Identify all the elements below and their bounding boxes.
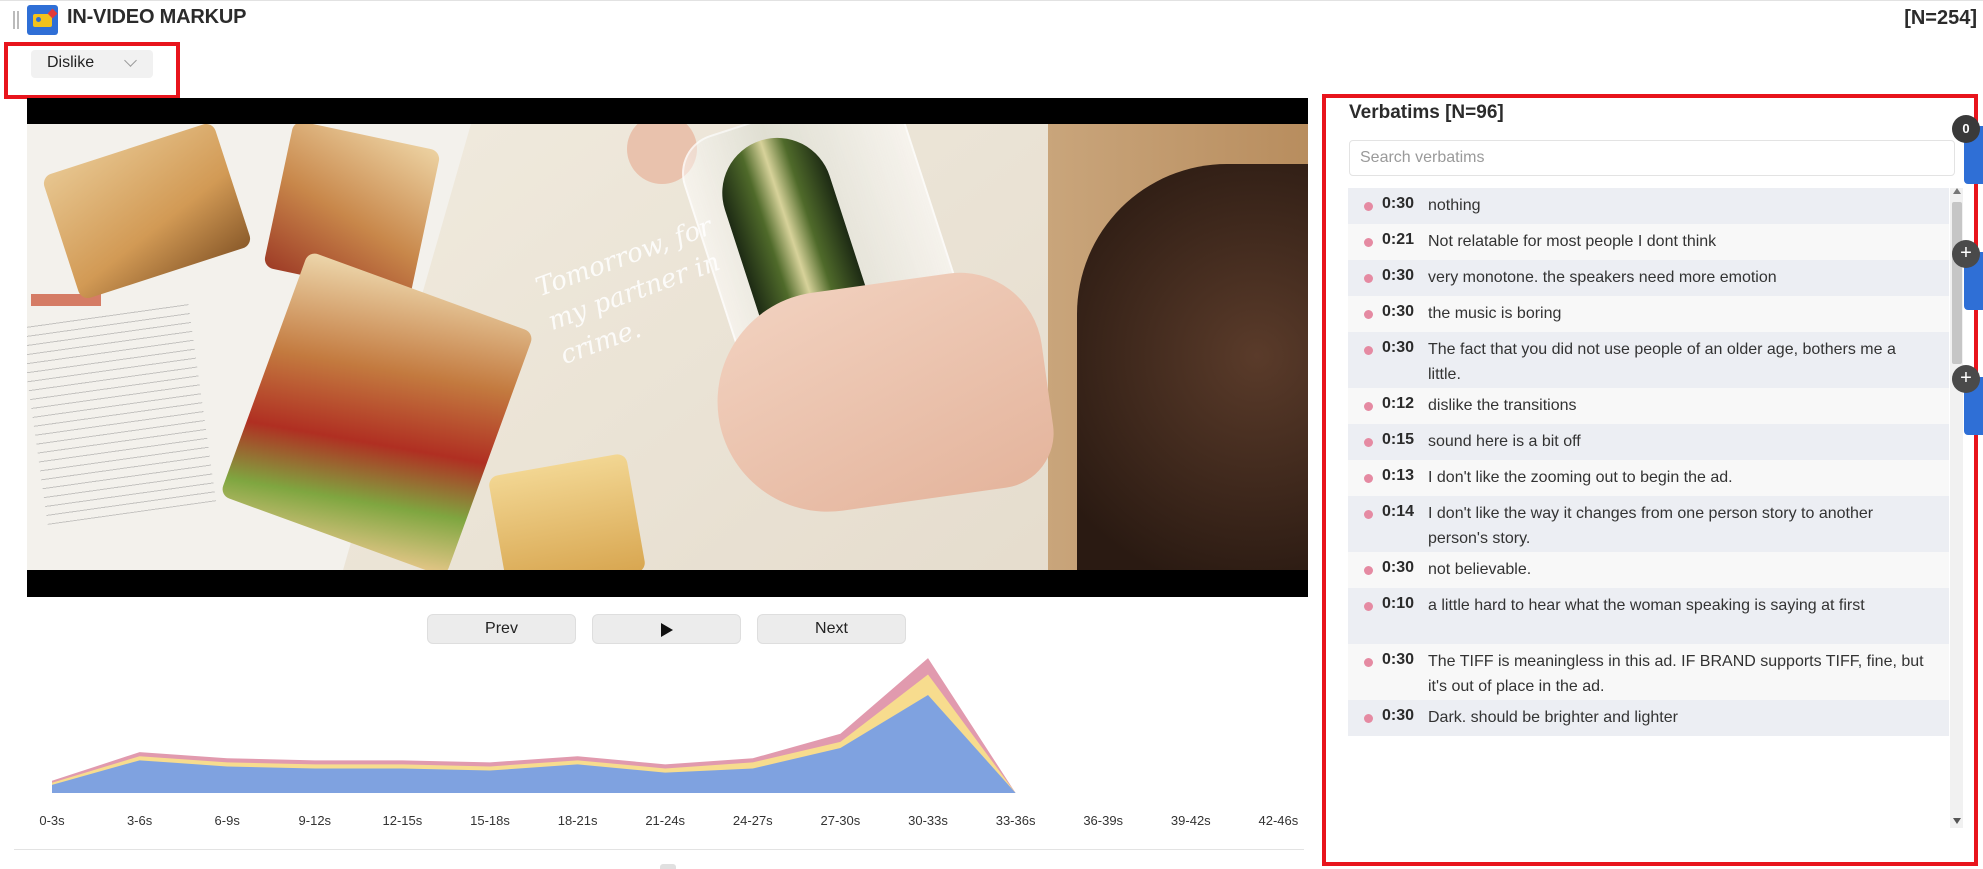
resize-handle-icon[interactable] [660, 864, 676, 869]
verbatim-text: dislike the transitions [1428, 397, 1577, 414]
bullet-icon [1364, 346, 1373, 355]
verbatim-item[interactable]: 0:30 nothing [1348, 188, 1949, 224]
verbatim-item[interactable]: 0:30 The fact that you did not use people… [1348, 332, 1949, 388]
x-tick-label: 30-33s [908, 813, 948, 828]
timeline-area-svg [52, 658, 1016, 793]
verbatim-text: the music is boring [1428, 305, 1562, 322]
bullet-icon [1364, 474, 1373, 483]
bullet-icon [1364, 310, 1373, 319]
video-markup-icon [27, 5, 58, 35]
verbatim-time[interactable]: 0:30 [1382, 559, 1414, 577]
verbatim-item[interactable]: 0:30 the music is boring [1348, 296, 1949, 332]
scroll-thumb[interactable] [1952, 202, 1962, 364]
verbatim-item[interactable]: 0:30 The TIFF is meaningless in this ad. … [1348, 644, 1949, 700]
add-icon[interactable]: + [1952, 240, 1980, 268]
header: IN-VIDEO MARKUP [N=254] [0, 2, 1983, 36]
bottom-divider [14, 849, 1304, 850]
verbatim-text: The TIFF is meaningless in this ad. IF B… [1428, 653, 1924, 695]
x-tick-label: 42-46s [1258, 813, 1299, 828]
verbatim-time[interactable]: 0:15 [1382, 431, 1414, 449]
verbatim-item[interactable]: 0:30 very monotone. the speakers need mor… [1348, 260, 1949, 296]
bullet-icon [1364, 510, 1373, 519]
reaction-filter-dropdown[interactable]: Dislike [31, 50, 153, 78]
verbatim-text: a little hard to hear what the woman spe… [1428, 597, 1865, 614]
verbatim-text: Dark. should be brighter and lighter [1428, 709, 1678, 726]
bullet-icon [1364, 714, 1373, 723]
verbatim-text: I don't like the way it changes from one… [1428, 505, 1874, 547]
verbatim-time[interactable]: 0:30 [1382, 267, 1414, 285]
video-player[interactable]: Tomorrow, for my partner in crime. [27, 98, 1308, 597]
x-tick-label: 18-21s [557, 813, 598, 828]
count-badge[interactable]: 0 [1952, 115, 1980, 143]
bullet-icon [1364, 438, 1373, 447]
video-frame: Tomorrow, for my partner in crime. [27, 124, 1308, 570]
verbatims-search-input[interactable] [1349, 140, 1955, 176]
x-tick-label: 21-24s [645, 813, 686, 828]
filter-highlight: Dislike [4, 42, 180, 99]
verbatim-item[interactable]: 0:15 sound here is a bit off [1348, 424, 1949, 460]
drag-handle-icon[interactable] [13, 11, 19, 29]
verbatim-item[interactable]: 0:14 I don't like the way it changes from… [1348, 496, 1949, 552]
verbatims-list[interactable]: 0:30 nothing 0:21 Not relatable for most pe… [1348, 188, 1949, 828]
verbatim-item[interactable]: 0:30 Dark. should be brighter and lighter [1348, 700, 1949, 736]
bullet-icon [1364, 566, 1373, 575]
verbatim-time[interactable]: 0:21 [1382, 231, 1414, 249]
verbatim-text: very monotone. the speakers need more em… [1428, 269, 1777, 286]
verbatim-time[interactable]: 0:30 [1382, 339, 1414, 357]
verbatim-text: Not relatable for most people I dont thi… [1428, 233, 1717, 250]
chevron-down-icon [124, 54, 137, 67]
verbatim-item[interactable]: 0:13 I don't like the zooming out to begi… [1348, 460, 1949, 496]
verbatim-text: nothing [1428, 197, 1481, 214]
play-button[interactable] [592, 614, 741, 644]
x-tick-label: 24-27s [732, 813, 773, 828]
x-tick-label: 3-6s [126, 813, 153, 828]
verbatim-item[interactable]: 0:10 a little hard to hear what the woman… [1348, 588, 1949, 644]
verbatim-time[interactable]: 0:30 [1382, 707, 1414, 725]
x-tick-label: 33-36s [995, 813, 1036, 828]
add-icon-2[interactable]: + [1952, 365, 1980, 393]
play-icon [661, 623, 673, 637]
verbatim-item[interactable]: 0:12 dislike the transitions [1348, 388, 1949, 424]
prev-button[interactable]: Prev [427, 614, 576, 644]
top-divider [0, 0, 1983, 1]
verbatim-text: sound here is a bit off [1428, 433, 1581, 450]
bullet-icon [1364, 202, 1373, 211]
verbatim-item[interactable]: 0:30 not believable. [1348, 552, 1949, 588]
bullet-icon [1364, 602, 1373, 611]
scroll-down-icon[interactable] [1953, 818, 1961, 824]
x-tick-label: 36-39s [1083, 813, 1124, 828]
bullet-icon [1364, 658, 1373, 667]
verbatim-time[interactable]: 0:12 [1382, 395, 1414, 413]
x-tick-label: 0-3s [39, 813, 65, 828]
page-title: IN-VIDEO MARKUP [67, 6, 247, 28]
scroll-up-icon[interactable] [1953, 188, 1961, 194]
bullet-icon [1364, 402, 1373, 411]
x-tick-label: 15-18s [470, 813, 510, 828]
reaction-timeline-chart: 0-3s 3-6s 6-9s 9-12s 12-15s 15-18s 18-21s 21-24… [27, 650, 1307, 840]
verbatims-scrollbar[interactable] [1950, 188, 1963, 828]
x-tick-label: 9-12s [298, 813, 332, 828]
total-count: [N=254] [1904, 7, 1977, 29]
verbatim-text: I don't like the zooming out to begin th… [1428, 469, 1733, 486]
verbatim-time[interactable]: 0:30 [1382, 303, 1414, 321]
verbatim-time[interactable]: 0:30 [1382, 195, 1414, 213]
bullet-icon [1364, 238, 1373, 247]
verbatim-time[interactable]: 0:10 [1382, 595, 1414, 613]
verbatim-time[interactable]: 0:14 [1382, 503, 1414, 521]
next-button[interactable]: Next [757, 614, 906, 644]
verbatims-title: Verbatims [N=96] [1349, 102, 1504, 123]
bullet-icon [1364, 274, 1373, 283]
x-tick-label: 27-30s [820, 813, 861, 828]
verbatim-text: The fact that you did not use people of … [1428, 341, 1896, 383]
verbatim-time[interactable]: 0:13 [1382, 467, 1414, 485]
verbatim-item[interactable]: 0:21 Not relatable for most people I dont… [1348, 224, 1949, 260]
verbatim-text: not believable. [1428, 561, 1532, 578]
x-tick-label: 12-15s [382, 813, 423, 828]
reaction-filter-value: Dislike [47, 54, 95, 71]
x-tick-label: 39-42s [1170, 813, 1211, 828]
x-tick-label: 6-9s [214, 813, 240, 828]
verbatim-time[interactable]: 0:30 [1382, 651, 1414, 669]
